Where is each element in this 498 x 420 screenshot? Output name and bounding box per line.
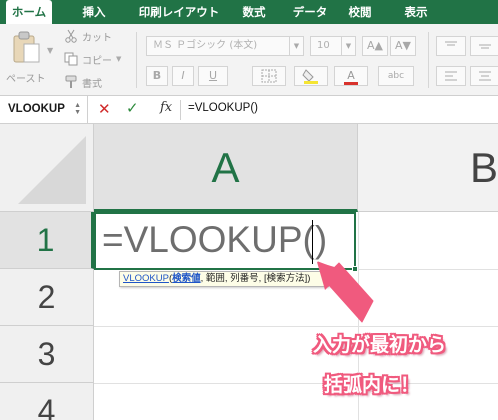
tab-insert[interactable]: 挿入	[76, 0, 112, 24]
fill-handle[interactable]	[352, 266, 358, 272]
column-a-label: A	[211, 144, 240, 191]
font-name-value: ＭＳ Ｐゴシック (本文)	[153, 40, 258, 51]
gridline	[94, 383, 498, 384]
ribbon-divider	[428, 32, 429, 88]
cut-label: カット	[82, 32, 112, 44]
align-middle-icon	[479, 44, 491, 49]
name-box[interactable]: VLOOKUP ▲ ▼	[0, 96, 88, 123]
gridline	[94, 326, 498, 327]
name-box-stepper-icon[interactable]: ▲ ▼	[74, 102, 81, 116]
align-center-button[interactable]	[470, 66, 498, 86]
italic-button[interactable]: I	[172, 66, 194, 86]
copy-button[interactable]: コピー ▼	[64, 51, 121, 67]
format-painter-label: 書式	[82, 78, 102, 90]
tooltip-remaining-arguments: , 範囲, 列番号, [検索方法])	[200, 273, 311, 284]
scissors-icon	[65, 29, 77, 43]
tab-formulas[interactable]: 数式	[236, 0, 272, 24]
font-color-button[interactable]: A	[334, 66, 368, 86]
borders-button[interactable]	[252, 66, 286, 86]
cancel-icon[interactable]: ✕	[98, 100, 111, 118]
copy-label: コピー	[82, 55, 112, 67]
text-cursor	[312, 220, 313, 264]
cut-button[interactable]: カット	[64, 28, 112, 44]
chevron-down-icon: ▼	[289, 37, 303, 55]
worksheet-grid: A B 1 2 3 4 =VLOOKUP() VLOOKUP(検索値, 範囲, …	[0, 124, 498, 420]
bold-button[interactable]: B	[146, 66, 168, 86]
select-all-triangle-icon	[18, 136, 86, 204]
align-center-icon	[479, 71, 491, 81]
chevron-down-icon: ▼	[341, 37, 355, 55]
shrink-font-button[interactable]: A▼	[390, 36, 416, 56]
tooltip-function-link[interactable]: VLOOKUP	[123, 273, 169, 284]
tab-home[interactable]: ホーム	[6, 0, 52, 24]
align-left-button[interactable]	[436, 66, 466, 86]
paint-bucket-icon	[302, 69, 318, 84]
font-size-select[interactable]: 10 ▼	[310, 36, 356, 56]
annotation-line-2: 括弧内に！	[324, 374, 420, 396]
column-b-label: B	[470, 144, 498, 191]
font-color-label: A	[344, 69, 358, 85]
ribbon-tab-bar: ホーム 挿入 印刷レイアウト 数式 データ 校閲 表示	[0, 0, 498, 24]
copy-icon	[64, 52, 78, 66]
align-top-button[interactable]	[436, 36, 466, 56]
align-middle-button[interactable]	[470, 36, 498, 56]
name-box-value: VLOOKUP	[8, 103, 65, 115]
borders-icon	[261, 69, 277, 83]
align-left-icon	[445, 71, 457, 81]
tab-review[interactable]: 校閲	[342, 0, 378, 24]
formula-input[interactable]: =VLOOKUP()	[188, 102, 258, 114]
tab-page-layout[interactable]: 印刷レイアウト	[134, 0, 224, 24]
format-painter-button[interactable]: 書式	[64, 74, 102, 90]
tooltip-current-argument[interactable]: 検索値	[172, 273, 201, 284]
column-header-a[interactable]: A	[94, 124, 358, 212]
copy-dropdown-icon[interactable]: ▼	[116, 55, 121, 63]
cell-a1-text: =VLOOKUP()	[102, 219, 328, 260]
phonetic-button[interactable]: abc	[378, 66, 414, 86]
row-header-4[interactable]: 4	[0, 383, 94, 420]
align-top-icon	[445, 41, 457, 46]
row-header-1[interactable]: 1	[0, 212, 94, 269]
annotation-line-1: 入力が最初から	[313, 334, 447, 356]
font-name-select[interactable]: ＭＳ Ｐゴシック (本文) ▼	[146, 36, 304, 56]
function-argument-tooltip: VLOOKUP(検索値, 範囲, 列番号, [検索方法])	[119, 271, 329, 287]
underline-button[interactable]: U	[198, 66, 228, 86]
insert-function-button[interactable]: fx	[160, 100, 172, 115]
ribbon-divider	[136, 32, 137, 88]
active-cell-a1[interactable]: =VLOOKUP()	[94, 212, 358, 272]
column-header-b[interactable]: B	[358, 124, 498, 212]
font-size-value: 10	[317, 40, 330, 51]
paste-label[interactable]: ペースト	[6, 70, 46, 85]
phonetic-label: abc	[387, 71, 405, 81]
fill-color-button[interactable]	[294, 66, 328, 86]
tab-view[interactable]: 表示	[398, 0, 434, 24]
paste-icon[interactable]	[12, 30, 42, 64]
row-header-2[interactable]: 2	[0, 269, 94, 326]
ribbon-home-panel: ▼ ペースト カット コピー ▼ 書式 ＭＳ Ｐゴシック (本文) ▼ 10 ▼…	[0, 24, 498, 96]
tab-data[interactable]: データ	[286, 0, 334, 24]
grow-font-button[interactable]: A▲	[362, 36, 388, 56]
row-header-3[interactable]: 3	[0, 326, 94, 383]
paste-dropdown-icon[interactable]: ▼	[47, 46, 53, 55]
formula-bar-divider	[180, 100, 181, 120]
format-painter-icon	[65, 75, 77, 88]
select-all-corner[interactable]	[0, 124, 94, 212]
formula-bar: VLOOKUP ▲ ▼ ✕ ✓ fx =VLOOKUP()	[0, 96, 498, 124]
enter-icon[interactable]: ✓	[126, 99, 139, 117]
